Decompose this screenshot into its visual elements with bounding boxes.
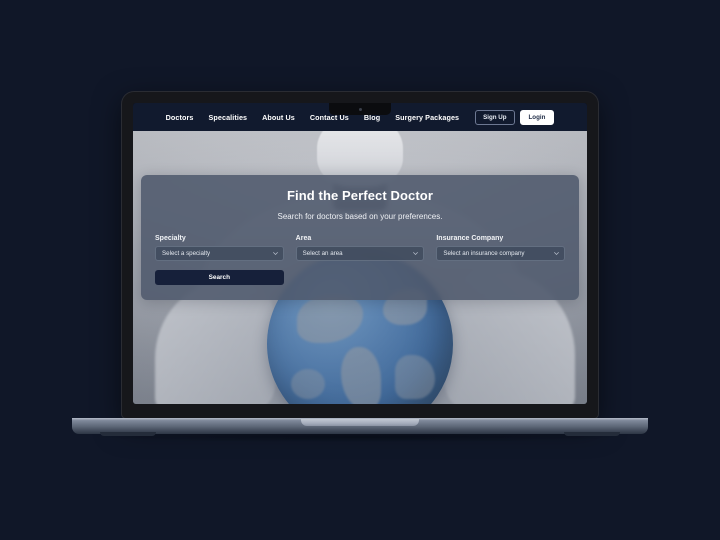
laptop-lid: Doctors Specalities About Us Contact Us …	[122, 92, 598, 418]
laptop-mockup: Doctors Specalities About Us Contact Us …	[0, 0, 720, 540]
area-select[interactable]: Select an area	[295, 246, 425, 261]
insurance-company-select-value: Select an insurance company	[443, 250, 525, 257]
browser-screen: Doctors Specalities About Us Contact Us …	[133, 103, 587, 404]
nav-link-doctors[interactable]: Doctors	[166, 113, 194, 122]
area-field-group: Area Select an area	[295, 235, 425, 261]
insurance-field-group: Insurance Company Select an insurance co…	[436, 235, 566, 261]
chevron-down-icon	[272, 252, 278, 255]
search-button[interactable]: Search	[155, 270, 284, 285]
hero-section: Find the Perfect Doctor Search for docto…	[133, 131, 587, 404]
specialty-select-value: Select a specialty	[162, 250, 211, 257]
nav-link-about-us[interactable]: About Us	[262, 113, 295, 122]
sign-up-button[interactable]: Sign Up	[475, 109, 515, 125]
area-label: Area	[295, 235, 312, 242]
insurance-company-select[interactable]: Select an insurance company	[436, 246, 566, 261]
laptop-base	[72, 418, 648, 436]
screen-bezel: Doctors Specalities About Us Contact Us …	[133, 103, 587, 404]
login-button[interactable]: Login	[519, 109, 555, 125]
doctor-search-card: Find the Perfect Doctor Search for docto…	[141, 175, 579, 300]
nav-link-specalities[interactable]: Specalities	[208, 113, 247, 122]
webcam-dot-icon	[358, 107, 362, 111]
area-select-value: Select an area	[302, 250, 343, 257]
laptop-foot-left	[100, 432, 156, 436]
laptop-base-notch	[301, 419, 419, 426]
laptop-foot-right	[564, 432, 620, 436]
chevron-down-icon	[413, 252, 419, 255]
insurance-company-label: Insurance Company	[436, 235, 504, 242]
specialty-field-group: Specialty Select a specialty	[155, 235, 284, 261]
webcam-notch	[329, 103, 391, 115]
nav-actions: Sign Up Login	[475, 109, 555, 125]
nav-link-surgery-packages[interactable]: Surgery Packages	[395, 113, 459, 122]
hero-title: Find the Perfect Doctor	[286, 188, 434, 203]
nav-links: Doctors Specalities About Us Contact Us …	[166, 113, 460, 122]
search-fields-row: Specialty Select a specialty Area Select…	[155, 235, 566, 261]
specialty-label: Specialty	[155, 235, 186, 242]
chevron-down-icon	[554, 252, 559, 255]
specialty-select[interactable]: Select a specialty	[155, 246, 284, 261]
hero-subtitle: Search for doctors based on your prefere…	[277, 212, 443, 221]
